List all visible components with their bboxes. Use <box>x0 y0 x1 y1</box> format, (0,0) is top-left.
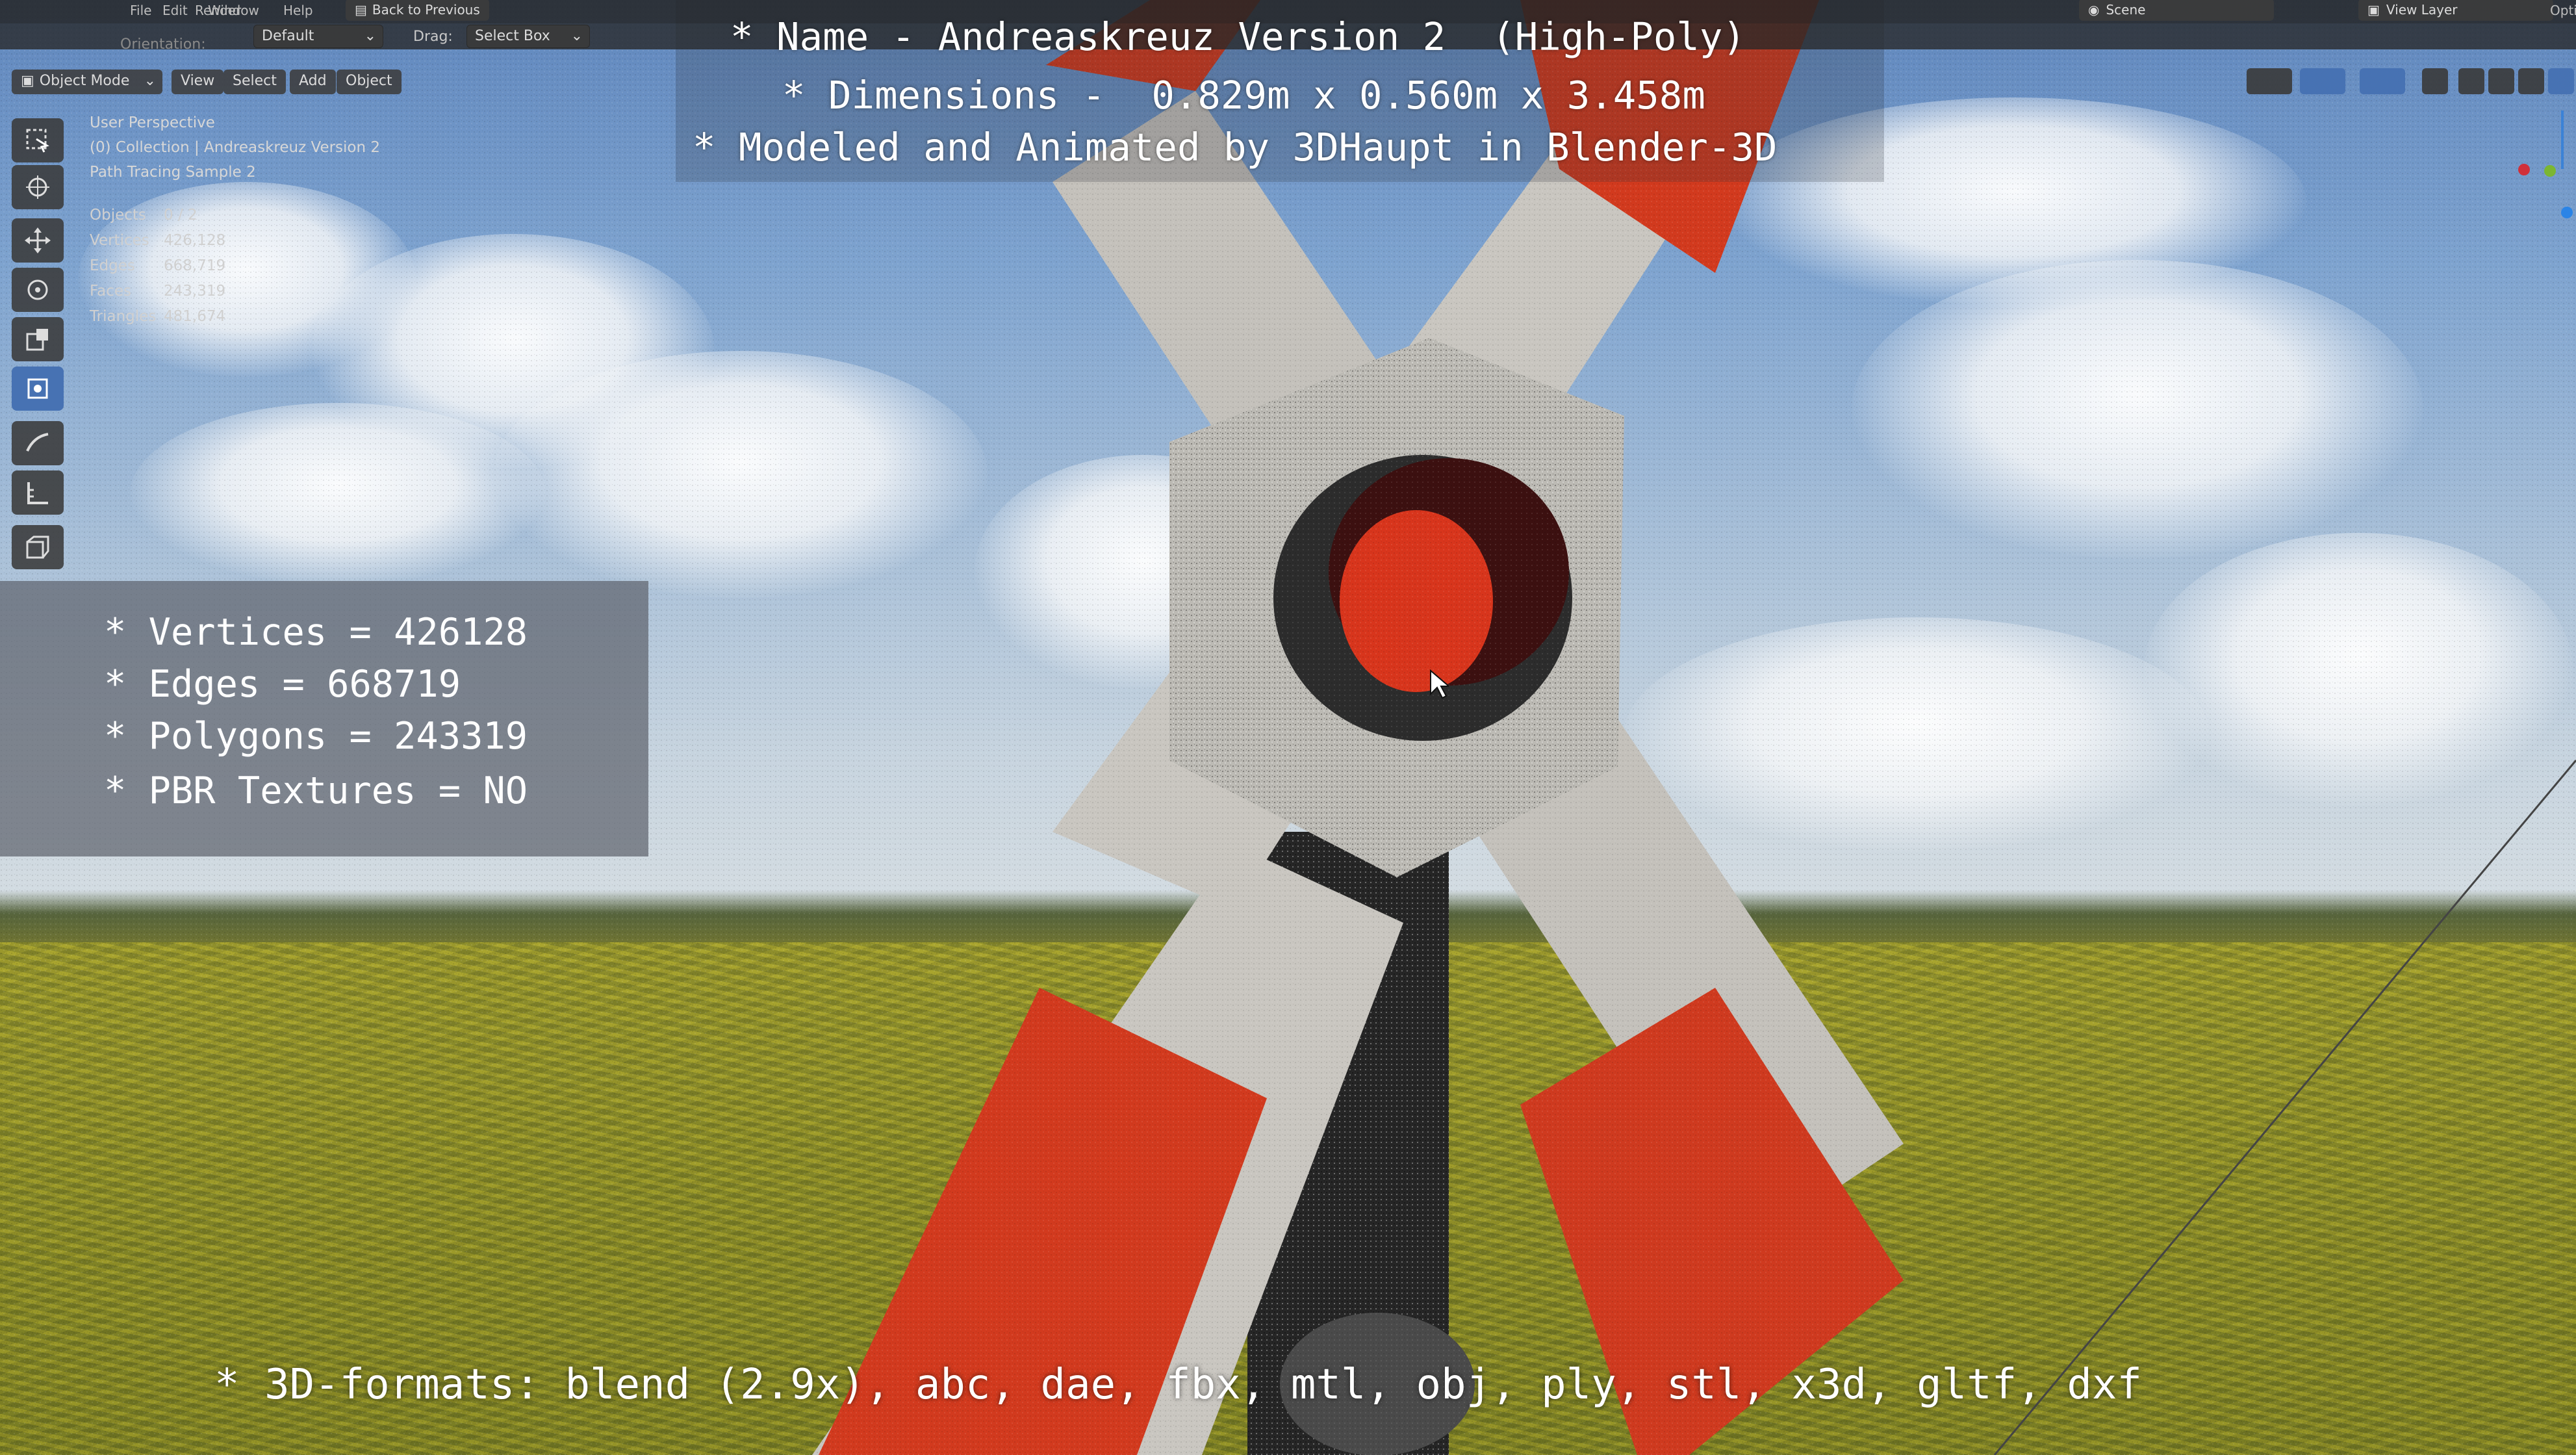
collection-label: (0) Collection | Andreaskreuz Version 2 <box>90 139 381 156</box>
stat-faces-label: Faces <box>90 283 131 300</box>
formats-line: * 3D-formats: blend (2.9x), abc, dae, fb… <box>214 1361 2142 1409</box>
gizmo-y-axis-dot <box>2544 165 2556 177</box>
wireframe-shading-icon[interactable] <box>2458 68 2484 94</box>
add-cube-tool[interactable] <box>12 525 64 569</box>
stat-vertices-value: 426,128 <box>164 232 226 249</box>
menu-help[interactable]: Help <box>283 3 313 18</box>
render-status-label: Path Tracing Sample 2 <box>90 164 256 181</box>
scene-icon: ◉ <box>2088 2 2100 18</box>
add-cube-icon <box>26 535 49 559</box>
object-mode-icon: ▣ <box>21 73 34 89</box>
scale-tool[interactable] <box>12 317 64 361</box>
scene-selector[interactable]: ◉ Scene <box>2079 0 2274 21</box>
drag-dropdown[interactable]: Select Box ⌄ <box>466 25 590 48</box>
stat-edges-value: 668,719 <box>164 257 226 274</box>
tool-shelf <box>9 112 68 586</box>
select-menu[interactable]: Select <box>223 70 286 94</box>
scale-icon <box>26 329 48 351</box>
stat-triangles-label: Triangles <box>90 308 157 325</box>
menu-edit[interactable]: Edit <box>162 3 188 18</box>
transform-icon <box>27 378 48 399</box>
stat-objects-value: 0 / 2 <box>164 207 198 224</box>
xray-toggle-icon[interactable] <box>2422 68 2448 94</box>
overlay-toggle-icon[interactable] <box>2360 68 2405 94</box>
add-menu[interactable]: Add <box>290 70 336 94</box>
title-credits-line: * Modeled and Animated by 3DHaupt in Ble… <box>693 125 1778 170</box>
measure-icon <box>27 482 48 504</box>
object-menu[interactable]: Object <box>337 70 402 94</box>
chevron-down-icon: ⌄ <box>144 73 156 89</box>
annotate-tool[interactable] <box>12 421 64 465</box>
stat-triangles-value: 481,674 <box>164 308 226 325</box>
back-icon: ▤ <box>355 2 367 18</box>
gizmo-z-axis <box>2561 110 2564 169</box>
stat-edges-label: Edges <box>90 257 135 274</box>
orientation-label: Orientation: <box>120 36 206 53</box>
gizmo-toggle-icon[interactable] <box>2300 68 2345 94</box>
gizmo-z-axis-dot <box>2561 207 2573 218</box>
transform-tool[interactable] <box>12 367 64 411</box>
measure-tool[interactable] <box>12 470 64 515</box>
orientation-dropdown[interactable]: Default ⌄ <box>253 25 383 48</box>
title-name-line: * Name - Andreaskreuz Version 2 (High-Po… <box>730 14 1746 59</box>
chevron-down-icon: ⌄ <box>364 28 376 44</box>
rotate-icon <box>27 279 48 300</box>
cursor-icon <box>26 175 49 199</box>
stat-objects-label: Objects <box>90 207 146 224</box>
material-shading-icon[interactable] <box>2518 68 2544 94</box>
info-edges: * Edges = 668719 <box>104 663 461 706</box>
rendered-shading-icon[interactable] <box>2548 68 2574 94</box>
view-layer-selector[interactable]: ▣ View Layer <box>2358 0 2553 21</box>
mouse-cursor-icon <box>1430 669 1449 699</box>
back-to-previous-button[interactable]: ▤ Back to Previous <box>346 0 489 21</box>
annotate-icon <box>26 433 49 452</box>
move-tool[interactable] <box>12 218 64 263</box>
object-mode-dropdown[interactable]: ▣ Object Mode ⌄ <box>12 70 162 94</box>
gizmo-x-axis-dot <box>2518 164 2530 175</box>
options-menu[interactable]: Opti <box>2550 3 2576 18</box>
navigation-gizmo[interactable] <box>2514 110 2576 227</box>
perspective-label: User Perspective <box>90 114 215 131</box>
model-info-box: * Vertices = 426128 * Edges = 668719 * P… <box>0 581 648 856</box>
info-polygons: * Polygons = 243319 <box>104 715 528 758</box>
stat-faces-value: 243,319 <box>164 283 226 300</box>
info-pbr-textures: * PBR Textures = NO <box>104 769 528 812</box>
rotate-tool[interactable] <box>12 268 64 312</box>
title-dimensions-line: * Dimensions - 0.829m x 0.560m x 3.458m <box>782 73 1705 118</box>
menu-window[interactable]: Window <box>208 3 259 18</box>
info-vertices: * Vertices = 426128 <box>104 611 528 654</box>
cursor-tool[interactable] <box>12 165 64 209</box>
solid-shading-icon[interactable] <box>2488 68 2514 94</box>
stat-vertices-label: Vertices <box>90 232 149 249</box>
menu-file[interactable]: File <box>130 3 151 18</box>
drag-label: Drag: <box>413 29 453 45</box>
view-menu[interactable]: View <box>172 70 224 94</box>
chevron-down-icon: ⌄ <box>570 28 583 44</box>
visibility-icon[interactable] <box>2247 68 2292 94</box>
view-layer-icon: ▣ <box>2367 2 2380 18</box>
move-icon <box>25 227 51 253</box>
select-box-icon <box>26 129 49 153</box>
select-box-tool[interactable] <box>12 118 64 162</box>
